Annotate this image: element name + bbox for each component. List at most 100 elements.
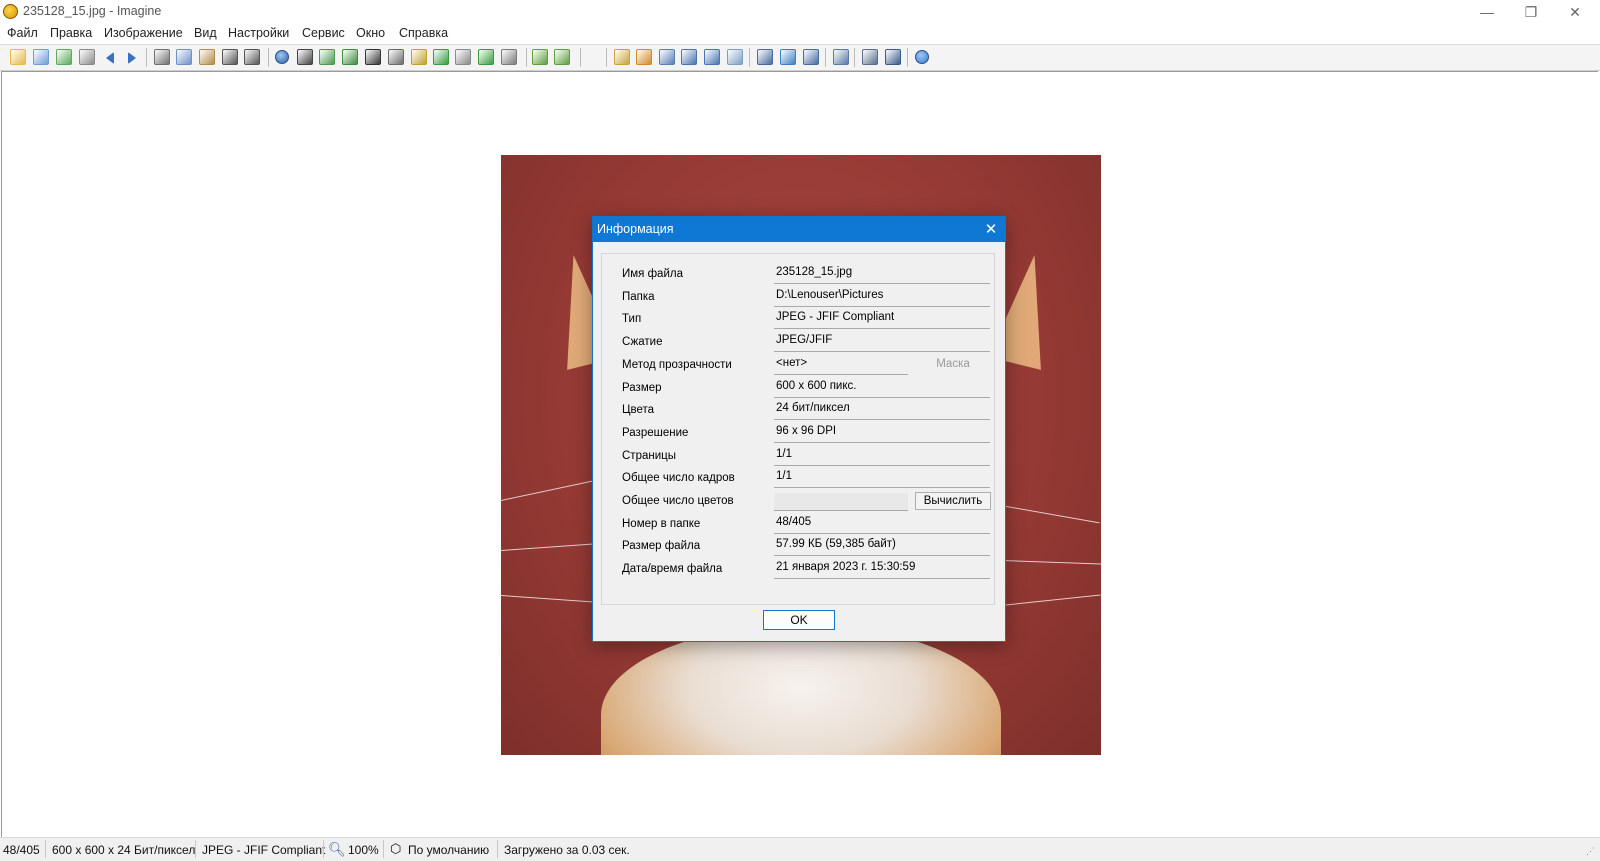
- undo-icon[interactable]: [222, 49, 238, 65]
- status-mode: По умолчанию: [408, 843, 490, 857]
- ok-button[interactable]: OK: [763, 610, 835, 630]
- minimize-button[interactable]: —: [1465, 0, 1509, 24]
- actual-size-icon[interactable]: [681, 49, 697, 65]
- toolbar-separator: [268, 48, 269, 67]
- toolbar: [0, 44, 1600, 71]
- menu-bar: Файл Правка Изображение Вид Настройки Се…: [0, 24, 1600, 44]
- resize-grip-icon[interactable]: ⋰: [1586, 846, 1595, 857]
- copy-icon[interactable]: [176, 49, 192, 65]
- thumb-icon[interactable]: [636, 49, 652, 65]
- toolbar-separator: [825, 48, 826, 67]
- info-label: Метод прозрачности: [622, 359, 732, 371]
- info-value-field[interactable]: 96 x 96 DPI: [774, 425, 990, 443]
- info-value-field[interactable]: 21 января 2023 г. 15:30:59: [774, 561, 990, 579]
- flip-icon[interactable]: [433, 49, 449, 65]
- info-label: Номер в папке: [622, 518, 701, 530]
- tools-icon[interactable]: [833, 49, 849, 65]
- toolbar-separator: [606, 48, 607, 67]
- info-label: Размер файла: [622, 540, 701, 552]
- info-value-field[interactable]: 600 x 600 пикс.: [774, 380, 990, 398]
- info-label: Дата/время файла: [622, 563, 723, 575]
- toolbar-separator: [854, 48, 855, 67]
- info-label: Имя файла: [622, 268, 683, 280]
- zoom-fit-icon[interactable]: [659, 49, 675, 65]
- save-icon[interactable]: [56, 49, 72, 65]
- redo-icon[interactable]: [244, 49, 260, 65]
- paste-icon[interactable]: [199, 49, 215, 65]
- restore-button[interactable]: ❐: [1509, 0, 1553, 24]
- info-label: Тип: [622, 313, 642, 325]
- info-icon[interactable]: [275, 50, 289, 64]
- convert-icon[interactable]: [885, 49, 901, 65]
- crop-icon[interactable]: [455, 49, 471, 65]
- edit-icon[interactable]: [803, 49, 819, 65]
- status-divider: [45, 840, 46, 858]
- status-format: JPEG - JFIF Compliant: [202, 843, 326, 857]
- info-label: Цвета: [622, 404, 655, 416]
- info-label: Общее число цветов: [622, 495, 734, 507]
- whisker: [501, 543, 601, 551]
- whisker: [1000, 594, 1101, 606]
- slideshow-icon[interactable]: [780, 49, 796, 65]
- menu-settings[interactable]: Настройки: [228, 26, 289, 40]
- resize-icon[interactable]: [319, 49, 335, 65]
- menu-edit[interactable]: Правка: [50, 26, 92, 40]
- whisker: [1000, 505, 1100, 524]
- info-value-field[interactable]: [774, 493, 908, 511]
- menu-view[interactable]: Вид: [194, 26, 217, 40]
- menu-window[interactable]: Окно: [356, 26, 385, 40]
- toolbar-separator: [146, 48, 147, 67]
- info-value-field[interactable]: JPEG - JFIF Compliant: [774, 311, 990, 329]
- whisker: [501, 595, 601, 603]
- info-value-field[interactable]: JPEG/JFIF: [774, 334, 990, 352]
- grayscale-icon[interactable]: [365, 49, 381, 65]
- fit-height-icon[interactable]: [727, 49, 743, 65]
- rotate-left-icon[interactable]: [478, 49, 494, 65]
- prev-icon[interactable]: [106, 52, 114, 64]
- menu-help[interactable]: Справка: [399, 26, 448, 40]
- menu-service[interactable]: Сервис: [302, 26, 345, 40]
- calculate-button[interactable]: Вычислить: [915, 492, 991, 510]
- help-icon[interactable]: [915, 50, 929, 64]
- new-icon[interactable]: [10, 49, 26, 65]
- info-label: Общее число кадров: [622, 472, 735, 484]
- refresh-icon[interactable]: [614, 49, 630, 65]
- batch-icon[interactable]: [862, 49, 878, 65]
- info-label: Сжатие: [622, 336, 663, 348]
- menu-image[interactable]: Изображение: [104, 26, 183, 40]
- info-value-field[interactable]: 48/405: [774, 516, 990, 534]
- fit-width-icon[interactable]: [704, 49, 720, 65]
- print-icon[interactable]: [79, 49, 95, 65]
- rotate-icon[interactable]: [342, 49, 358, 65]
- next-icon[interactable]: [128, 52, 136, 64]
- info-value-field[interactable]: 235128_15.jpg: [774, 266, 990, 284]
- info-value-field[interactable]: D:\Lenouser\Pictures: [774, 289, 990, 307]
- whisker: [501, 479, 599, 501]
- info-panel: Имя файла 235128_15.jpg Папка D:\Lenouser\P…: [601, 253, 995, 605]
- status-divider: [323, 840, 324, 858]
- capture-icon[interactable]: [297, 49, 313, 65]
- mouse-icon: ⬡: [390, 841, 402, 856]
- toolbar-separator: [907, 48, 908, 67]
- whisker: [1000, 560, 1101, 565]
- info-value-field[interactable]: 1/1: [774, 448, 990, 466]
- zoom-out-icon[interactable]: [554, 49, 570, 65]
- open-icon[interactable]: [33, 49, 49, 65]
- effects-icon[interactable]: [388, 49, 404, 65]
- settings-icon[interactable]: [501, 49, 517, 65]
- close-button[interactable]: ✕: [1553, 0, 1597, 24]
- dialog-close-icon[interactable]: ✕: [983, 220, 999, 238]
- info-label: Разрешение: [622, 427, 689, 439]
- monitor-icon[interactable]: [757, 49, 773, 65]
- mask-button: Маска: [915, 356, 991, 374]
- cut-icon[interactable]: [154, 49, 170, 65]
- zoom-in-icon[interactable]: [532, 49, 548, 65]
- info-label: Страницы: [622, 450, 676, 462]
- title-bar: 235128_15.jpg - Imagine — ❐ ✕: [0, 0, 1600, 24]
- info-value-field[interactable]: <нет>: [774, 357, 908, 375]
- info-value-field[interactable]: 1/1: [774, 470, 990, 488]
- color-icon[interactable]: [411, 49, 427, 65]
- info-value-field[interactable]: 57.99 КБ (59,385 байт): [774, 538, 990, 556]
- info-value-field[interactable]: 24 бит/пиксел: [774, 402, 990, 420]
- menu-file[interactable]: Файл: [7, 26, 38, 40]
